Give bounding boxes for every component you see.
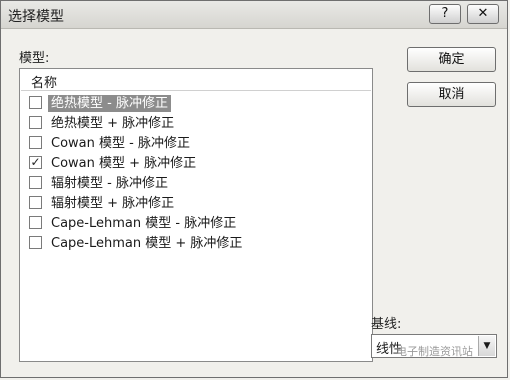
- list-item-label: 辐射模型 - 脉冲修正: [51, 176, 168, 191]
- chevron-down-icon[interactable]: ▼: [478, 336, 495, 356]
- checkbox[interactable]: [29, 136, 42, 149]
- list-item-label: Cape-Lehman 模型 - 脉冲修正: [51, 216, 237, 231]
- checkbox[interactable]: ✓: [29, 156, 42, 169]
- list-item[interactable]: Cape-Lehman 模型 + 脉冲修正: [21, 233, 371, 253]
- list-item[interactable]: 绝热模型 - 脉冲修正: [21, 93, 371, 113]
- list-item[interactable]: 辐射模型 - 脉冲修正: [21, 173, 371, 193]
- checkbox[interactable]: [29, 96, 42, 109]
- list-item-label: Cape-Lehman 模型 + 脉冲修正: [51, 236, 243, 251]
- watermark-text: 电子制造资讯站: [396, 345, 473, 358]
- column-header-name[interactable]: 名称: [21, 70, 371, 91]
- checkbox[interactable]: [29, 216, 42, 229]
- model-list[interactable]: 名称 绝热模型 - 脉冲修正 绝热模型 + 脉冲修正 Cowan 模型 - 脉冲…: [19, 68, 373, 362]
- list-item-label: Cowan 模型 + 脉冲修正: [51, 156, 197, 171]
- checkbox[interactable]: [29, 176, 42, 189]
- list-item-label: 绝热模型 - 脉冲修正: [48, 95, 171, 112]
- checkbox[interactable]: [29, 236, 42, 249]
- window-title: 选择模型: [8, 9, 64, 25]
- ok-button[interactable]: 确定: [407, 47, 496, 72]
- select-model-dialog: 选择模型 ? ✕ 模型: 名称 绝热模型 - 脉冲修正 绝热模型 + 脉冲修正 …: [0, 0, 508, 378]
- list-item[interactable]: ✓ Cowan 模型 + 脉冲修正: [21, 153, 371, 173]
- checkbox[interactable]: [29, 196, 42, 209]
- close-button[interactable]: ✕: [467, 4, 499, 24]
- list-item[interactable]: Cowan 模型 - 脉冲修正: [21, 133, 371, 153]
- list-item-label: 绝热模型 + 脉冲修正: [51, 116, 175, 131]
- cancel-button[interactable]: 取消: [407, 82, 496, 107]
- list-item-label: 辐射模型 + 脉冲修正: [51, 196, 175, 211]
- model-label: 模型:: [19, 51, 50, 66]
- title-bar[interactable]: 选择模型 ? ✕: [1, 1, 507, 29]
- list-item-label: Cowan 模型 - 脉冲修正: [51, 136, 190, 151]
- list-item[interactable]: 绝热模型 + 脉冲修正: [21, 113, 371, 133]
- help-button[interactable]: ?: [429, 4, 461, 24]
- list-item[interactable]: Cape-Lehman 模型 - 脉冲修正: [21, 213, 371, 233]
- list-item[interactable]: 辐射模型 + 脉冲修正: [21, 193, 371, 213]
- column-header-label: 名称: [31, 76, 58, 91]
- checkbox[interactable]: [29, 116, 42, 129]
- baseline-label: 基线:: [371, 317, 402, 332]
